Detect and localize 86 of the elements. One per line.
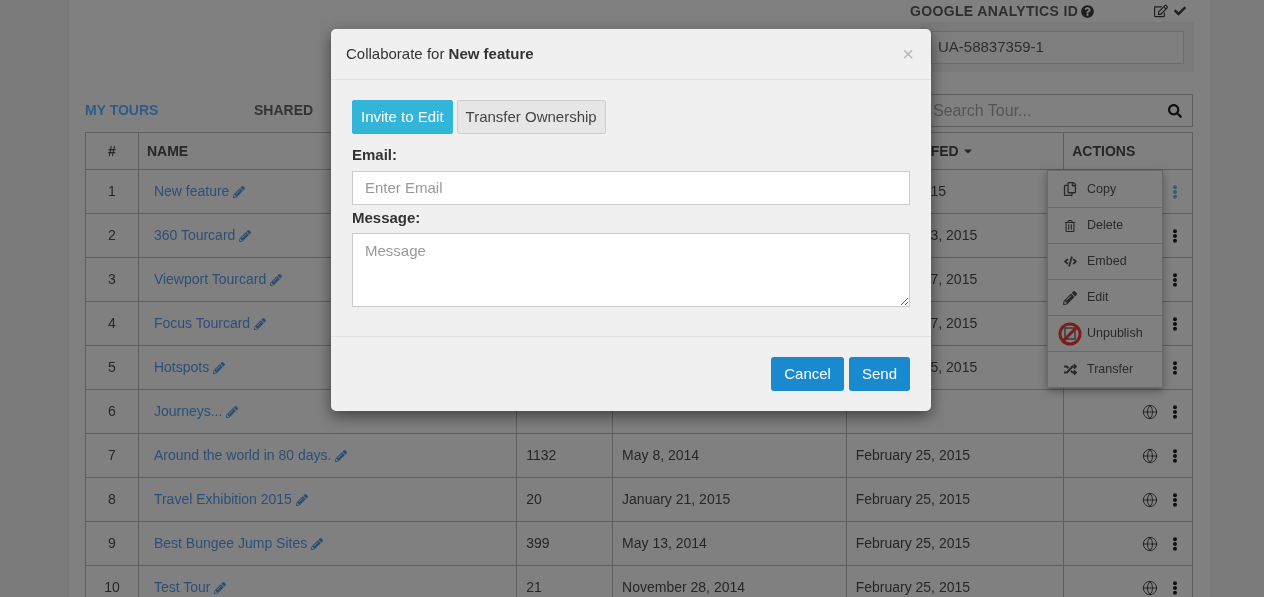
created-date: May 8, 2014 [622,446,700,465]
modified-date: February 25, 2015 [855,490,971,509]
globe-icon[interactable] [1142,403,1158,420]
views-count: 1132 [526,446,557,465]
search-icon[interactable] [1168,103,1182,118]
modified-date: 15 [930,182,947,201]
copy-icon [1063,182,1077,196]
row-number: 7 [108,446,116,465]
email-label: Email: [352,145,398,165]
pencil-icon[interactable] [233,185,246,198]
tour-name-link[interactable]: Viewport Tourcard [153,269,267,290]
menu-item[interactable]: Copy [1048,171,1162,207]
globe-icon[interactable] [1142,535,1159,552]
menu-item[interactable]: Delete [1048,207,1162,243]
row-number: 4 [108,314,116,333]
globe-icon[interactable] [1142,491,1159,508]
modified-date: 7, 2015 [930,270,978,289]
row-number: 5 [108,358,116,377]
menu-item[interactable]: Embed [1048,243,1162,279]
modified-date: February 25, 2015 [855,578,971,597]
menu-item[interactable]: Edit [1048,279,1162,315]
globe-icon[interactable] [1142,447,1159,464]
tour-name-link[interactable]: 360 Tourcard [153,225,236,246]
pencil-icon[interactable] [239,229,252,242]
created-date: January 21, 2015 [622,490,731,509]
tour-name-link[interactable]: Hotspots [153,357,210,378]
pencil-icon[interactable] [295,493,308,506]
row-number: 10 [104,578,120,597]
tour-name-link[interactable]: Around the world in 80 days. [153,445,332,466]
dialog-title: Collaborate for New feature [346,43,534,64]
code-icon [1063,255,1077,268]
check-icon[interactable] [1174,5,1186,17]
globe-icon[interactable] [1142,579,1159,596]
tour-name-link[interactable]: Test Tour [153,577,211,597]
row-number: 8 [108,490,116,509]
modified-date: February 25, 2015 [855,534,971,553]
pencil-icon[interactable] [335,449,348,462]
menu-item[interactable]: Unpublish [1048,315,1162,351]
column-header: ACTIONS [1072,141,1136,161]
help-icon[interactable] [1081,4,1095,18]
dialog-button[interactable]: Send [848,357,910,391]
column-header: NAME [146,141,189,161]
tour-name-link[interactable]: Travel Exhibition 2015 [153,489,292,510]
modified-date: 5, 2015 [930,358,978,377]
trash-icon [1064,219,1076,232]
menu-item[interactable]: Transfer [1048,351,1162,387]
modified-date: 3, 2015 [930,226,978,245]
edit-icon[interactable] [1154,4,1168,18]
created-date: November 28, 2014 [622,578,746,597]
tour-name-link[interactable]: Best Bungee Jump Sites [153,533,308,554]
created-date: May 13, 2014 [622,534,707,553]
close-button[interactable]: × [902,44,914,64]
message-label: Message: [352,207,422,228]
row-number: 6 [108,402,116,421]
modified-date: February 25, 2015 [855,446,971,465]
pencil-icon[interactable] [254,317,267,330]
message-field[interactable]: Message [352,233,910,307]
row-number: 2 [108,226,116,245]
dialog-tab[interactable]: Transfer Ownership [456,100,606,134]
column-header: # [108,141,116,161]
pencil-icon[interactable] [214,581,227,594]
no-publish-icon [1058,321,1082,346]
pencil-icon [1063,290,1077,305]
row-number: 3 [108,270,116,289]
analytics-label: GOOGLE ANALYTICS ID [910,1,1079,21]
shuffle-icon [1063,363,1077,376]
tour-name-link[interactable]: Focus Tourcard [153,313,251,334]
pencil-icon[interactable] [213,361,226,374]
row-number: 1 [108,182,116,201]
tour-name-link[interactable]: Journeys... [153,401,223,422]
views-count: 21 [526,578,542,597]
modified-date: 7, 2015 [930,314,978,333]
dialog-button[interactable]: Cancel [771,357,844,391]
views-count: 20 [526,490,542,509]
dialog-tab[interactable]: Invite to Edit [352,100,453,134]
tour-name-link[interactable]: New feature [153,181,230,202]
tab[interactable]: MY TOURS [85,100,254,121]
pencil-icon[interactable] [270,273,283,286]
analytics-id-field[interactable]: UA-58837359-1 [931,30,1184,64]
tab[interactable]: SHARED [254,100,354,121]
views-count: 399 [526,534,550,553]
pencil-icon[interactable] [226,405,239,418]
email-field[interactable]: Enter Email [352,170,910,205]
column-header[interactable]: FED [930,140,974,162]
pencil-icon[interactable] [311,537,324,550]
row-number: 9 [108,534,116,553]
